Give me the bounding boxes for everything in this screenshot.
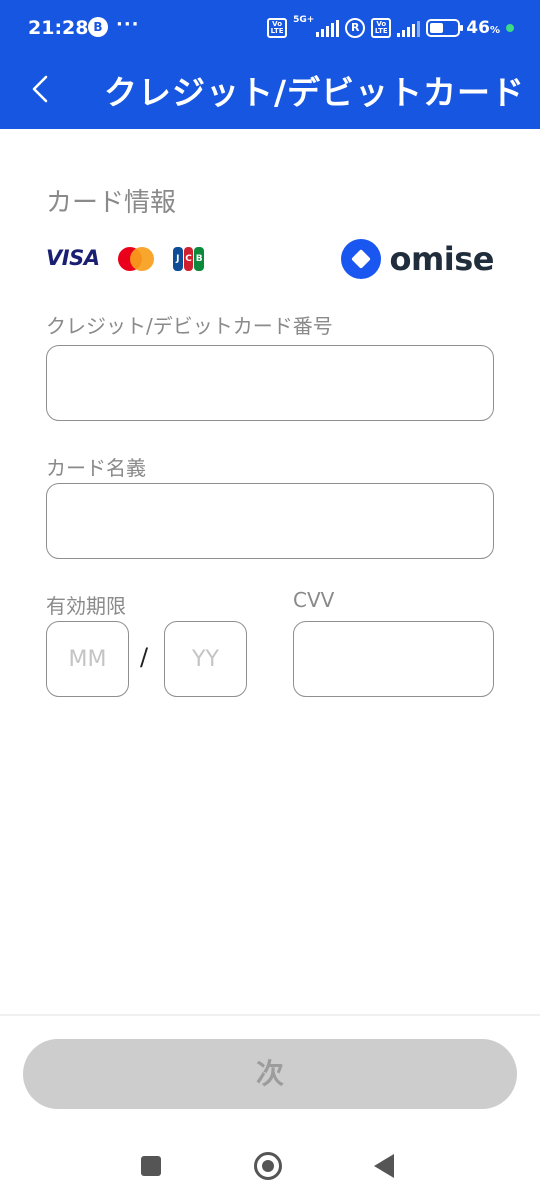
- recents-icon[interactable]: [141, 1156, 161, 1176]
- page-title: クレジット/デビットカード: [104, 73, 526, 112]
- cvv-label: CVV: [293, 588, 335, 612]
- cvv-field-box: [293, 621, 494, 697]
- section-title: カード情報: [46, 188, 177, 218]
- card-number-field-box: [46, 345, 494, 421]
- expiry-separator: /: [140, 643, 149, 671]
- chevron-left-icon: [32, 75, 48, 103]
- expiry-year-box: [164, 621, 247, 697]
- card-number-input[interactable]: [47, 346, 493, 420]
- visa-logo: VISA: [46, 246, 100, 270]
- roaming-icon: R: [345, 18, 366, 38]
- card-name-field-box: [46, 483, 494, 559]
- header: 21:28 B ··· Vo LTE 5G+ R Vo LTE 46% クレジッ…: [0, 0, 540, 129]
- status-icons: Vo LTE 5G+ R Vo LTE 46%: [267, 16, 514, 40]
- omise-brand: omise: [341, 238, 494, 280]
- omise-wordmark: omise: [389, 240, 494, 278]
- card-name-input[interactable]: [47, 484, 493, 558]
- jcb-c: C: [183, 247, 194, 271]
- card-brands: VISA J C B omise: [46, 239, 494, 279]
- more-notifications-icon: ···: [116, 14, 140, 35]
- expiry-year-input[interactable]: [165, 622, 246, 696]
- expiry-month-input[interactable]: [47, 622, 128, 696]
- card-number-label: クレジット/デビットカード番号: [46, 314, 333, 338]
- expiry-label: 有効期限: [46, 594, 126, 618]
- jcb-logo: J C B: [173, 247, 205, 271]
- network-type: 5G+: [293, 15, 315, 25]
- volte-icon-2: Vo LTE: [371, 18, 392, 38]
- status-bar: 21:28 B ··· Vo LTE 5G+ R Vo LTE 46%: [0, 0, 540, 58]
- battery-percent: 46%: [466, 18, 500, 38]
- signal-icon-2: [397, 19, 421, 37]
- signal-icon: [316, 19, 340, 37]
- omise-logo-icon: [341, 239, 382, 279]
- bottom-divider: [0, 1014, 540, 1016]
- back-triangle-icon[interactable]: [374, 1154, 394, 1178]
- cvv-input[interactable]: [294, 622, 493, 696]
- card-name-label: カード名義: [46, 456, 146, 480]
- next-button[interactable]: 次: [23, 1039, 517, 1109]
- jcb-j: J: [173, 247, 183, 271]
- expiry-month-box: [46, 621, 129, 697]
- battery-icon: [426, 19, 464, 37]
- home-icon[interactable]: [254, 1152, 282, 1180]
- system-nav-bar: [0, 1130, 540, 1200]
- volte-icon: Vo LTE: [267, 18, 288, 38]
- jcb-b: B: [194, 247, 205, 271]
- notification-icon: B: [88, 17, 108, 37]
- back-button[interactable]: [26, 72, 56, 106]
- status-time: 21:28: [28, 17, 89, 39]
- privacy-indicator-icon: [506, 24, 514, 32]
- mastercard-logo: [118, 247, 154, 271]
